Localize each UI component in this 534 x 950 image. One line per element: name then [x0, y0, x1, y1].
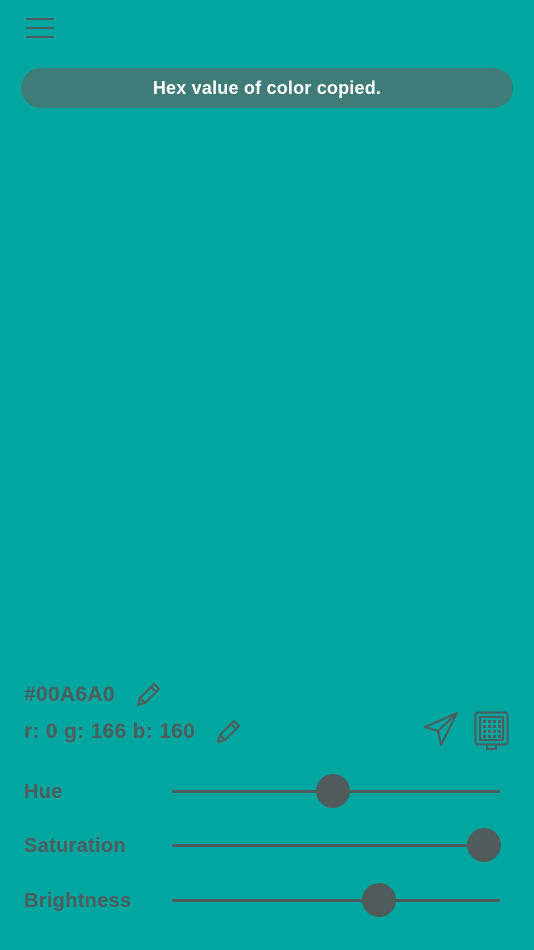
hex-value[interactable]: #00A6A0 — [24, 683, 115, 707]
hue-slider-track[interactable] — [172, 774, 500, 808]
brightness-slider-track[interactable] — [172, 883, 500, 917]
hamburger-menu-icon[interactable] — [26, 16, 54, 40]
brightness-label: Brightness — [24, 890, 132, 912]
saturation-slider-track[interactable] — [172, 828, 501, 862]
saturation-slider-thumb[interactable] — [466, 828, 501, 862]
rgb-value[interactable]: r: 0 g: 166 b: 160 — [24, 720, 195, 744]
saturation-label: Saturation — [24, 835, 126, 857]
brightness-slider-row: Brightness — [24, 883, 500, 918]
edit-hex-pencil-icon[interactable] — [133, 680, 163, 710]
color-grid-icon[interactable] — [474, 711, 509, 751]
brightness-slider-thumb[interactable] — [361, 883, 396, 917]
toast-message: Hex value of color copied. — [152, 77, 382, 98]
edit-rgb-pencil-icon[interactable] — [213, 717, 243, 747]
hue-slider-row: Hue — [24, 774, 500, 809]
rgb-value-row: r: 0 g: 166 b: 160 — [24, 714, 243, 750]
hue-slider-thumb[interactable] — [315, 774, 350, 808]
saturation-slider-row: Saturation — [24, 828, 501, 863]
paper-plane-icon[interactable] — [422, 711, 460, 747]
hue-label: Hue — [24, 781, 63, 803]
hex-value-row: #00A6A0 — [24, 678, 163, 712]
copied-toast: Hex value of color copied. — [21, 68, 513, 108]
